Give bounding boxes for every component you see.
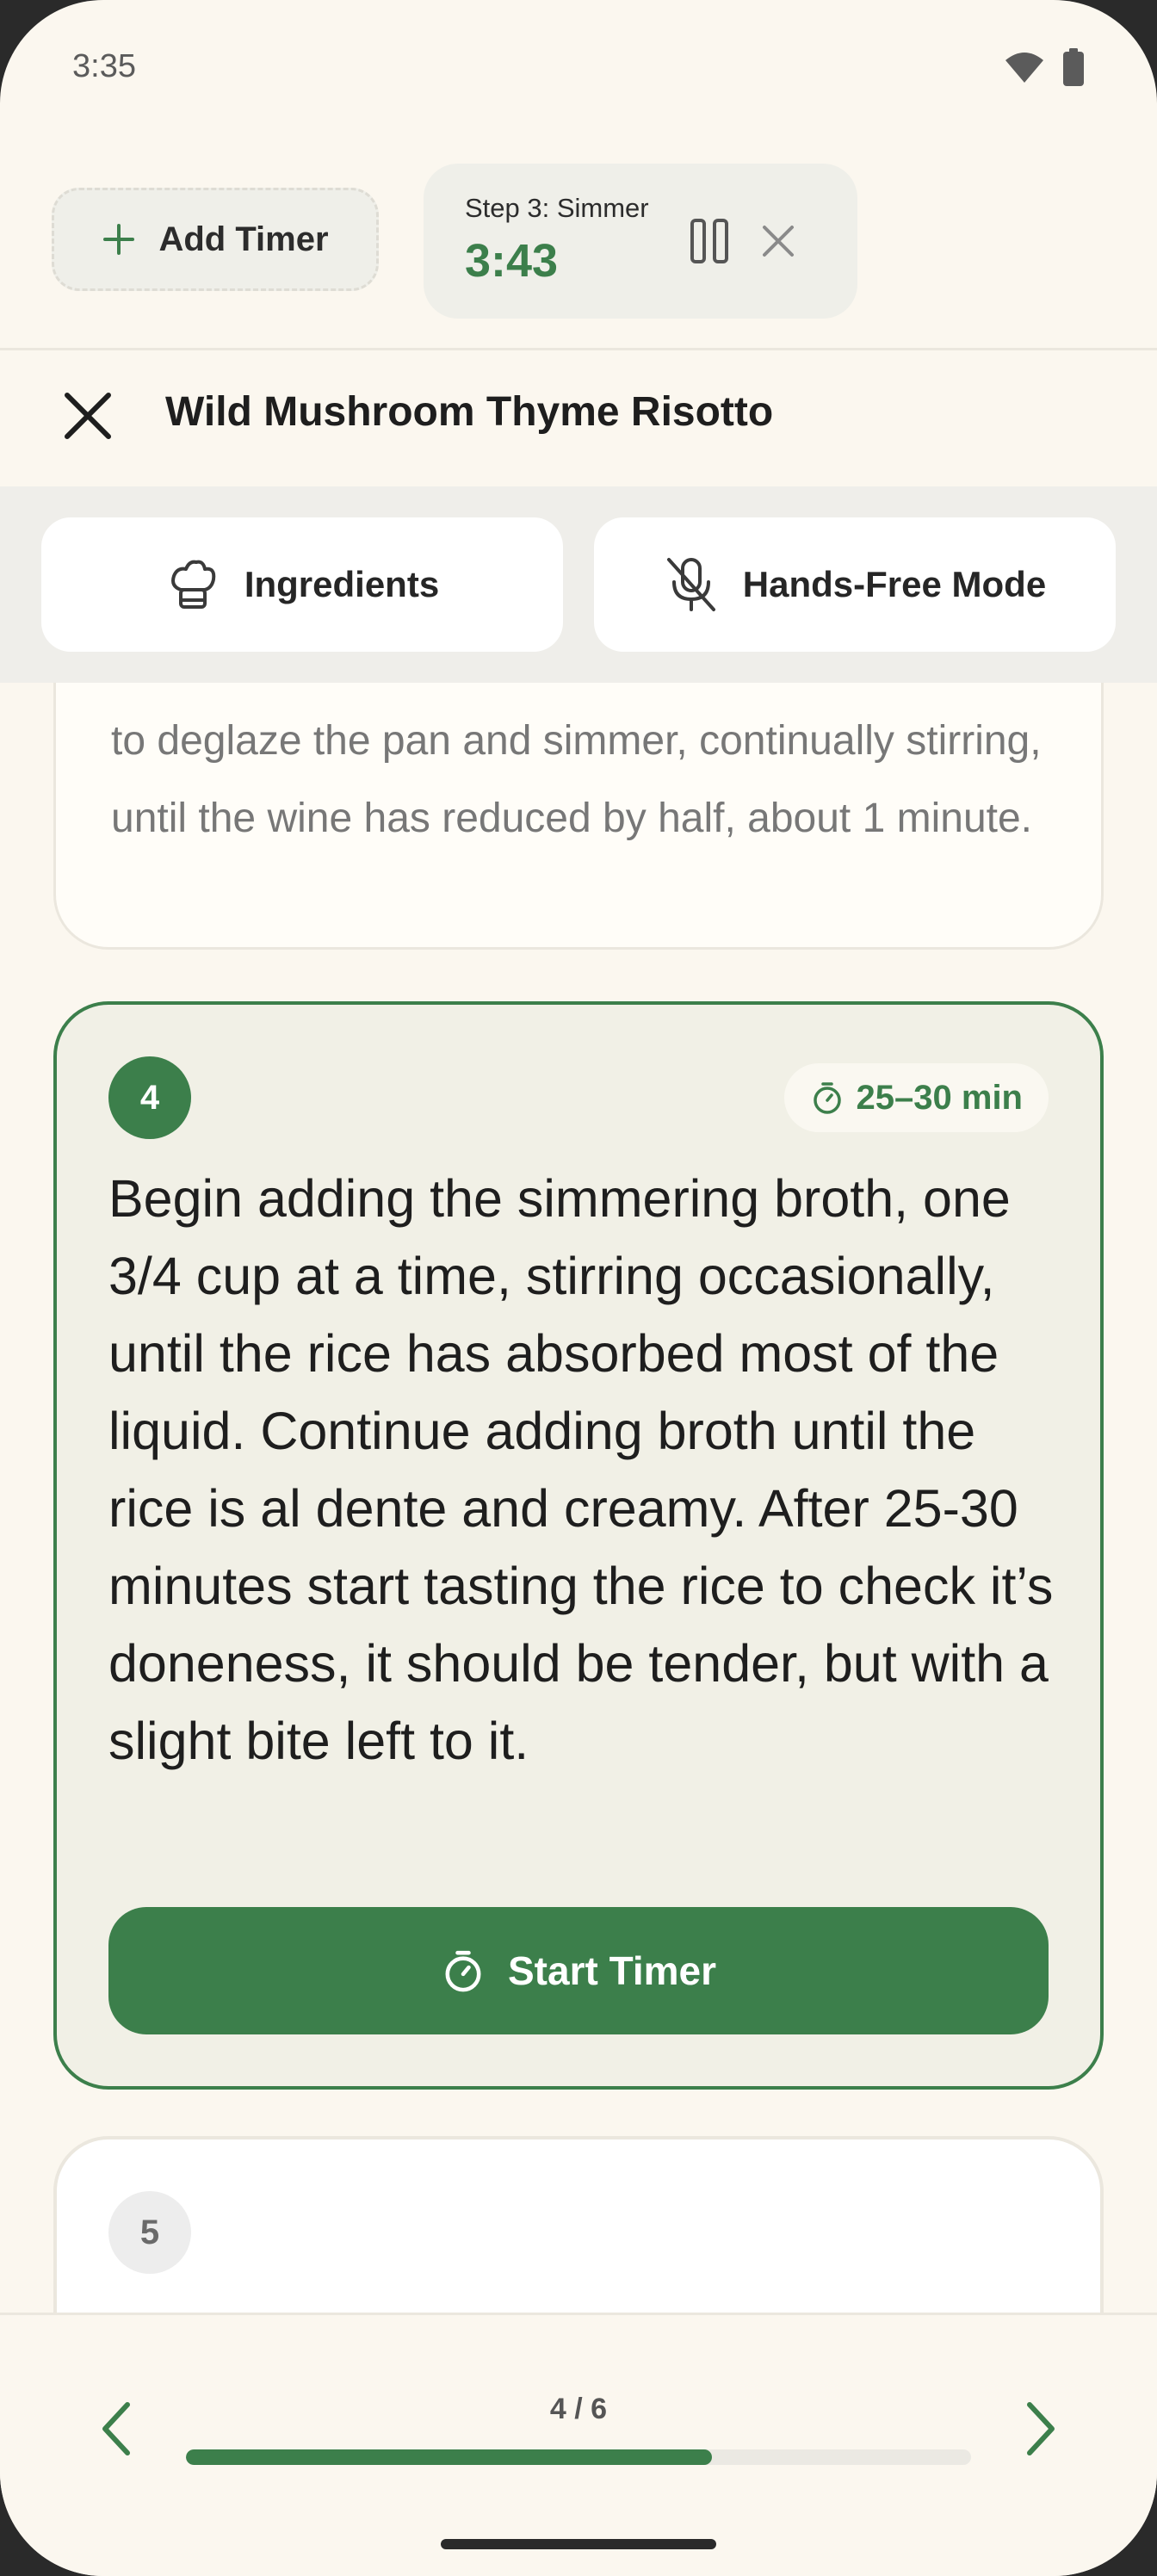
step-card-previous: to deglaze the pan and simmer, continual… [53, 683, 1104, 950]
running-timer-time: 3:43 [465, 235, 559, 287]
pause-icon[interactable] [687, 217, 733, 265]
close-timer-icon[interactable] [754, 217, 802, 265]
steps-list[interactable]: to deglaze the pan and simmer, continual… [0, 683, 1157, 2313]
bottom-navigation: 4 / 6 [0, 2313, 1157, 2576]
app-screen: 3:35 Add Timer Step 3: Simmer 3:43 Wild … [0, 0, 1157, 2576]
ingredients-button[interactable]: Ingredients [41, 517, 563, 652]
home-indicator[interactable] [441, 2539, 716, 2549]
timer-row: Add Timer Step 3: Simmer 3:43 [52, 164, 1105, 319]
start-timer-label: Start Timer [507, 1948, 717, 1993]
progress-fill [186, 2449, 713, 2465]
timer-icon [813, 1082, 841, 1114]
duration-badge: 25–30 min [783, 1063, 1049, 1132]
plus-icon [103, 224, 135, 255]
current-step-text: Begin adding the simmering broth, one 3/… [108, 1169, 1054, 1770]
status-icons [1004, 48, 1085, 86]
chef-hat-icon [170, 560, 216, 609]
add-timer-label: Add Timer [158, 220, 329, 258]
step-card-next[interactable]: 5 [53, 2136, 1104, 2313]
ingredients-label: Ingredients [244, 564, 440, 604]
chevron-right-icon[interactable] [1002, 2393, 1074, 2465]
running-timer-chip[interactable]: Step 3: Simmer 3:43 [424, 164, 857, 319]
mode-tabs: Ingredients Hands-Free Mode [0, 486, 1157, 683]
progress-label: 4 / 6 [549, 2393, 608, 2425]
hands-free-label: Hands-Free Mode [742, 564, 1047, 604]
recipe-header: Wild Mushroom Thyme Risotto [0, 350, 1157, 488]
start-timer-button[interactable]: Start Timer [108, 1907, 1049, 2034]
mic-off-icon [666, 558, 715, 611]
timer-icon [445, 1950, 481, 1992]
duration-label: 25–30 min [856, 1078, 1023, 1117]
add-timer-button[interactable]: Add Timer [52, 188, 379, 291]
step-number-badge: 4 [108, 1056, 191, 1139]
page-title: Wild Mushroom Thyme Risotto [165, 389, 774, 435]
progress-bar [186, 2449, 971, 2465]
hands-free-mode-button[interactable]: Hands-Free Mode [594, 517, 1116, 652]
status-time: 3:35 [72, 48, 136, 84]
step-card-current: 4 25–30 min Begin adding the simmering b… [53, 1001, 1104, 2090]
status-bar: 3:35 [0, 0, 1157, 129]
running-timer-title: Step 3: Simmer [465, 193, 649, 223]
wifi-icon [1005, 53, 1043, 83]
next-step-number: 5 [108, 2191, 191, 2274]
battery-icon [1063, 48, 1084, 86]
close-icon[interactable] [55, 383, 121, 449]
previous-step-text: to deglaze the pan and simmer, continual… [111, 718, 1042, 841]
